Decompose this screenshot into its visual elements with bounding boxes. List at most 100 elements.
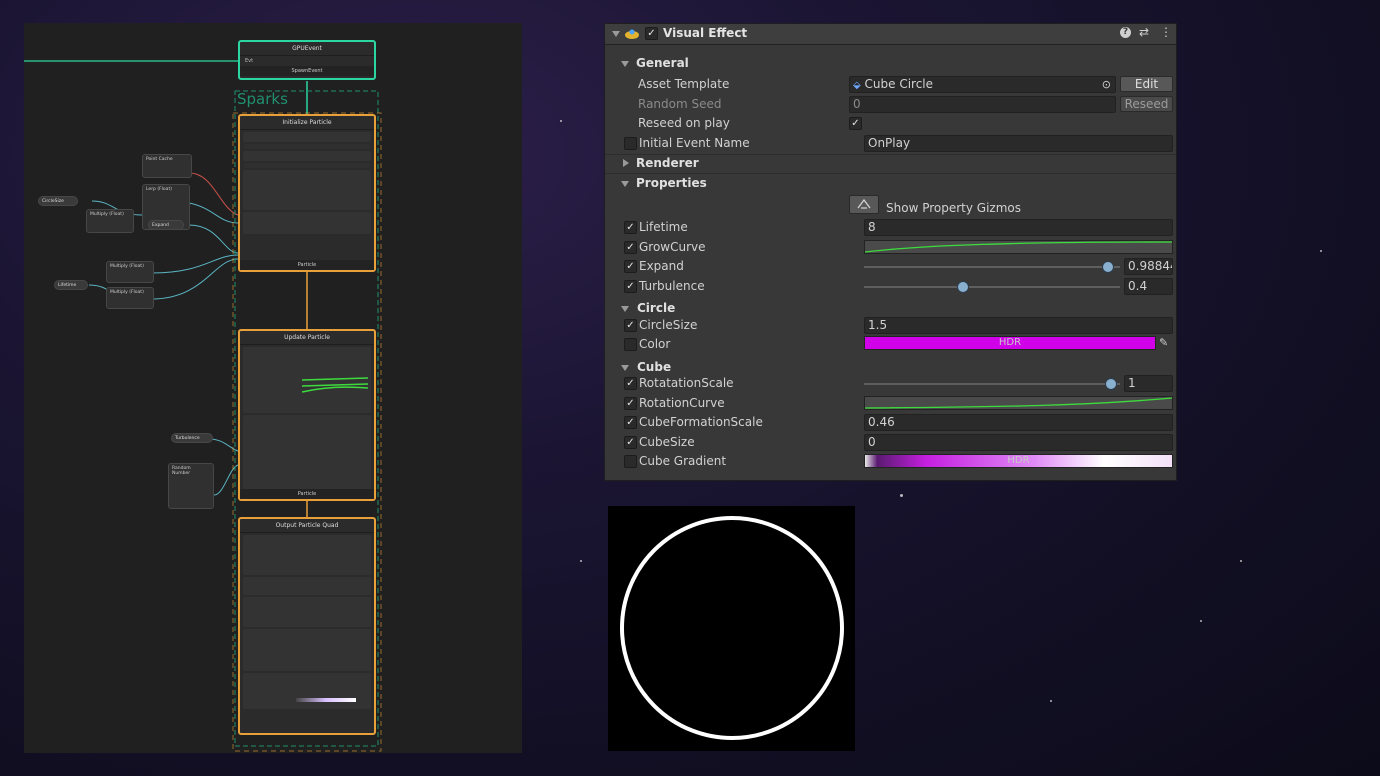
lerp-label: Lerp (Float) [146,187,172,192]
property-label: Expand [152,223,169,228]
growcurve-override-checkbox[interactable]: ✓ [624,241,637,254]
node-block[interactable] [243,347,371,413]
lifetime-override-checkbox[interactable]: ✓ [624,221,637,234]
initial-event-field[interactable]: OnPlay [864,135,1173,152]
general-section-title[interactable]: General [636,56,689,70]
property-label: CircleSize [42,199,64,204]
circlesize-field[interactable]: 1.5 [864,317,1173,334]
cubesize-override-checkbox[interactable]: ✓ [624,436,637,449]
preset-icon[interactable]: ⇄ [1139,25,1149,39]
node-block[interactable] [243,212,371,234]
cubesize-label: CubeSize [639,435,695,449]
color-field[interactable]: HDR [864,336,1156,350]
initial-event-label: Initial Event Name [639,136,750,150]
node-block[interactable] [243,170,371,210]
component-header[interactable]: ✓ Visual Effect ? ⇄ ⋮ [605,24,1176,45]
cubeformationscale-override-checkbox[interactable]: ✓ [624,416,637,429]
renderer-section-title[interactable]: Renderer [636,156,699,170]
node-block[interactable] [243,673,371,709]
initial-event-checkbox[interactable] [624,137,637,150]
gpu-event-node[interactable]: GPUEvent Evt SpawnEvent [238,40,376,80]
node-block[interactable] [243,597,371,627]
cube-section-title[interactable]: Cube [637,360,671,374]
context-menu-icon[interactable]: ⋮ [1160,25,1172,39]
curve-preview [302,377,368,393]
cubegradient-override-checkbox[interactable] [624,455,637,468]
properties-section-title[interactable]: Properties [636,176,707,190]
node-block[interactable] [243,415,371,491]
expand-slider-track[interactable] [864,266,1120,268]
rotationscale-override-checkbox[interactable]: ✓ [624,377,637,390]
rotationscale-field[interactable]: 1 [1124,375,1173,392]
expand-override-checkbox[interactable]: ✓ [624,260,637,273]
cubegradient-field[interactable]: HDR [864,454,1173,468]
component-enabled-checkbox[interactable]: ✓ [645,27,658,40]
multiply-node[interactable]: Multiply (Float) [106,287,154,309]
property-node-lifetime[interactable]: Lifetime [54,280,88,290]
background-star [1050,700,1052,702]
foldout-arrow-icon[interactable] [612,31,620,37]
circle-foldout-icon[interactable] [621,306,629,312]
general-foldout-icon[interactable] [621,61,629,67]
multiply-node[interactable]: Multiply (Float) [106,261,154,283]
help-icon[interactable]: ? [1120,27,1131,38]
gpu-event-output[interactable]: SpawnEvent [240,66,374,76]
cubeformationscale-field[interactable]: 0.46 [864,414,1173,431]
circlesize-label: CircleSize [639,318,698,332]
reseed-on-play-label: Reseed on play [638,116,730,130]
rotationscale-label: RotatationScale [639,376,734,390]
circlesize-override-checkbox[interactable]: ✓ [624,319,637,332]
property-node-circlesize[interactable]: CircleSize [38,196,78,206]
gpu-event-title: GPUEvent [240,42,374,56]
property-node-expand[interactable]: Expand [148,220,184,230]
eyedropper-icon[interactable]: ✎ [1159,336,1168,349]
turbulence-slider-track[interactable] [864,286,1120,288]
gizmo-toggle-button[interactable] [849,195,879,214]
rotationcurve-field[interactable] [864,396,1173,410]
cube-foldout-icon[interactable] [621,365,629,371]
turbulence-override-checkbox[interactable]: ✓ [624,280,637,293]
properties-foldout-icon[interactable] [621,181,629,187]
renderer-foldout-icon[interactable] [623,159,629,167]
rotationscale-slider-knob[interactable] [1105,378,1117,390]
expand-label: Expand [639,259,684,273]
expand-field[interactable]: 0.98844 [1124,258,1173,275]
cubesize-field[interactable]: 0 [864,434,1173,451]
random-number-node[interactable]: Random Number [168,463,214,509]
node-block[interactable] [243,535,371,575]
reseed-button[interactable]: Reseed [1120,96,1173,112]
background-star [560,120,562,122]
rotationscale-slider-track[interactable] [864,383,1120,385]
multiply-node[interactable]: Multiply (Float) [86,209,134,233]
reseed-on-play-checkbox[interactable]: ✓ [849,117,862,130]
edit-button[interactable]: Edit [1120,76,1173,92]
node-block[interactable] [243,629,371,671]
node-block[interactable] [243,132,371,142]
property-node-turbulence[interactable]: Turbulence [171,433,213,443]
asset-template-field[interactable]: ⬙ Cube Circle ⊙ [849,76,1116,93]
turbulence-field[interactable]: 0.4 [1124,278,1173,295]
node-block[interactable] [243,151,371,161]
lifetime-field[interactable]: 8 [864,219,1173,236]
gpu-event-port[interactable]: Evt [240,56,374,66]
property-label: Turbulence [175,436,200,441]
update-particle-node[interactable]: Update Particle Particle [238,329,376,501]
group-title: Sparks [237,90,288,108]
turbulence-slider-knob[interactable] [957,281,970,293]
point-cache-node[interactable]: Point Cache [142,154,192,178]
node-block[interactable] [243,577,371,595]
initialize-particle-node[interactable]: Initialize Particle Particle [238,114,376,272]
output-particle-quad-node[interactable]: Output Particle Quad [238,517,376,735]
background-star [1320,250,1322,252]
color-label: Color [639,337,671,351]
rotationcurve-override-checkbox[interactable]: ✓ [624,397,637,410]
circle-section-title[interactable]: Circle [637,301,675,315]
background-star [580,560,582,562]
random-seed-field[interactable]: 0 [849,96,1116,113]
object-picker-icon[interactable]: ⊙ [1102,77,1111,92]
growcurve-field[interactable] [864,240,1173,254]
vfx-graph-panel[interactable]: Sparks GPUEvent Evt SpawnEvent Initializ… [24,23,522,753]
cubegradient-hdr-tag: HDR [1007,455,1030,466]
color-override-checkbox[interactable] [624,338,637,351]
expand-slider-knob[interactable] [1102,261,1115,273]
